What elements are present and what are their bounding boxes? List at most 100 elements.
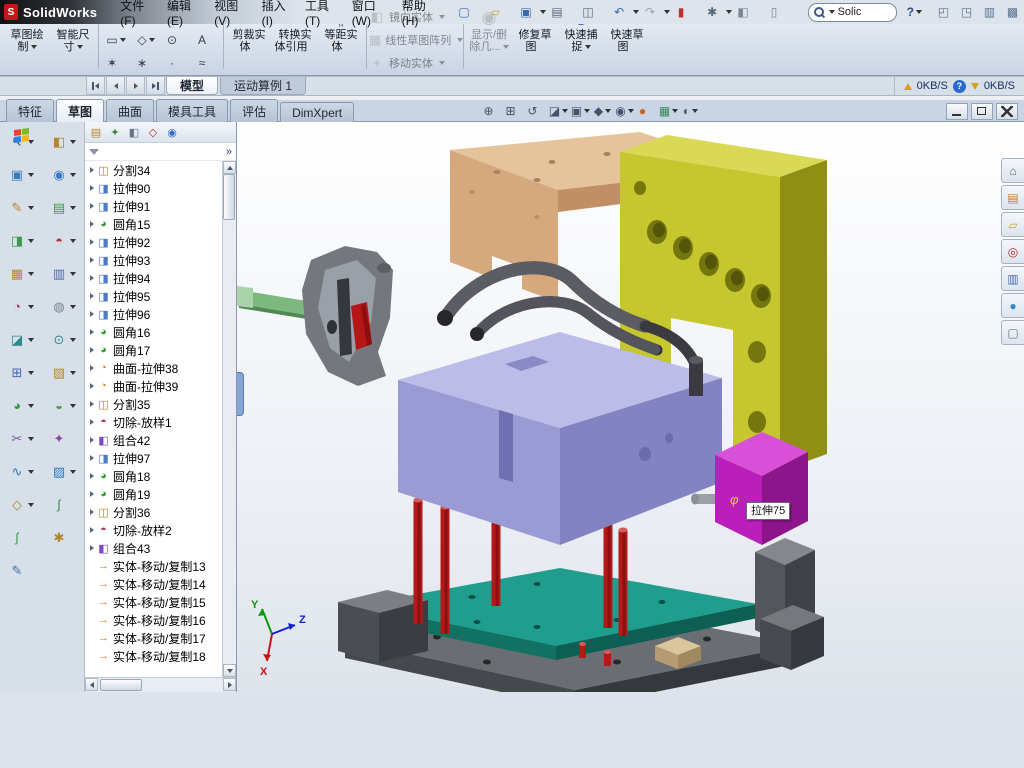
menu-item[interactable]: 插入(I) [255, 0, 298, 31]
expand-arrow-icon[interactable] [90, 185, 94, 191]
expand-arrow-icon[interactable] [90, 419, 94, 425]
tree-item[interactable]: ◔ 曲面-拉伸39 [85, 377, 223, 395]
search-results-icon[interactable]: ◎ [1001, 239, 1024, 264]
expand-arrow-icon[interactable] [90, 311, 94, 317]
sketch-tool-icon[interactable]: ◔ [8, 290, 34, 323]
badge-help-icon[interactable]: ? [953, 80, 966, 93]
help-button[interactable]: ? [907, 5, 914, 19]
document-tab[interactable]: 模型 [166, 77, 218, 95]
sketch-tool-icon[interactable]: ▣ [8, 158, 34, 191]
tree-item[interactable]: → 实体-移动/复制16 [85, 611, 223, 629]
feature-tool-icon[interactable]: ◓ [50, 224, 76, 257]
expand-arrow-icon[interactable] [90, 365, 94, 371]
viewport-layout-icon[interactable]: ◳ [958, 4, 975, 21]
redo-icon[interactable]: ↷ [639, 4, 670, 21]
sketch-entity-button[interactable]: ∗ [131, 51, 161, 74]
tree-item[interactable]: → 实体-移动/复制18 [85, 647, 223, 665]
feature-tool-icon[interactable]: ✱ [50, 521, 76, 554]
search-input[interactable]: Solic [808, 3, 897, 22]
view-settings-icon[interactable]: ◐ [680, 102, 701, 121]
sketch-entity-button[interactable]: · [161, 51, 191, 74]
sketch-tool-icon[interactable]: ʃ [8, 521, 34, 554]
tree-item[interactable]: ◨ 拉伸94 [85, 269, 223, 287]
tree-item[interactable]: ◕ 圆角17 [85, 341, 223, 359]
displaymanager-tab-icon[interactable]: ◉ [164, 124, 180, 140]
tree-item[interactable]: → 实体-移动/复制14 [85, 575, 223, 593]
appearances-icon[interactable]: ● [1001, 293, 1024, 318]
feature-tool-icon[interactable]: ◍ [50, 290, 76, 323]
sketch-entity-button[interactable]: A [191, 28, 221, 51]
feature-tool-icon[interactable]: ◒ [50, 389, 76, 422]
expand-arrow-icon[interactable] [90, 455, 94, 461]
restore-button[interactable] [971, 103, 993, 120]
command-tab[interactable]: 特征 [6, 99, 54, 122]
minimize-button[interactable] [946, 103, 968, 120]
tree-item[interactable]: ◧ 组合43 [85, 539, 223, 557]
edit-appearance-icon[interactable]: ● [636, 102, 657, 121]
display-style-icon[interactable]: ◆ [592, 102, 613, 121]
more-chevron-icon[interactable]: » [226, 146, 232, 158]
print-icon[interactable]: ▤ [546, 4, 577, 21]
tree-item[interactable]: ◨ 拉伸91 [85, 197, 223, 215]
model-magenta-insert[interactable]: φ [715, 432, 808, 545]
custom-properties-icon[interactable]: ▢ [1001, 320, 1024, 345]
expand-arrow-icon[interactable] [90, 257, 94, 263]
tree-item[interactable]: ◫ 分割34 [85, 161, 223, 179]
hide-show-items-icon[interactable]: ◉ [614, 102, 635, 121]
scroll-up-button[interactable] [223, 161, 236, 174]
expand-arrow-icon[interactable] [90, 437, 94, 443]
dropdown-arrow-icon[interactable] [829, 10, 835, 14]
tree-item[interactable]: ◕ 圆角19 [85, 485, 223, 503]
sketch-entity-button[interactable]: ▭ [101, 28, 131, 51]
command-tab[interactable]: 草图 [56, 99, 104, 122]
menu-item[interactable]: 文件(F) [113, 0, 160, 31]
tree-item[interactable]: → 实体-移动/复制17 [85, 629, 223, 647]
fullscreen-icon[interactable]: ◰ [935, 4, 952, 21]
scroll-right-button[interactable] [223, 678, 236, 691]
sketch-entity-button[interactable]: ≈ [191, 51, 221, 74]
color-swatch-icon[interactable]: ◧ [732, 4, 763, 21]
graphics-viewport[interactable]: φ Y X Z ⌂ [237, 122, 1024, 692]
expand-arrow-icon[interactable] [90, 203, 94, 209]
command-tab[interactable]: 模具工具 [156, 99, 228, 122]
tree-item[interactable]: → 实体-移动/复制13 [85, 557, 223, 575]
move-entities-button[interactable]: + 移动实体 [369, 53, 461, 72]
command-tab[interactable]: 曲面 [106, 99, 154, 122]
first-tab-button[interactable] [86, 77, 105, 95]
tree-item[interactable]: ◓ 切除-放样1 [85, 413, 223, 431]
tree-item[interactable]: ◓ 切除-放样2 [85, 521, 223, 539]
menu-item[interactable]: 编辑(E) [160, 0, 207, 31]
mirror-entities-button[interactable]: ◧ 镜向实体 [369, 7, 461, 26]
tree-item[interactable]: ◕ 圆角15 [85, 215, 223, 233]
grid-icon[interactable]: ▩ [1004, 4, 1021, 21]
expand-arrow-icon[interactable] [90, 347, 94, 353]
expand-arrow-icon[interactable] [90, 329, 94, 335]
scrollbar-thumb[interactable] [100, 679, 142, 691]
expand-arrow-icon[interactable] [90, 401, 94, 407]
feature-tool-icon[interactable]: ⊙ [50, 323, 76, 356]
tree-item[interactable]: ◨ 拉伸97 [85, 449, 223, 467]
expand-arrow-icon[interactable] [90, 293, 94, 299]
zoom-fit-icon[interactable]: ⊕ [482, 102, 503, 121]
sketch-tool-icon[interactable]: ⊞ [8, 356, 34, 389]
sketch-tool-icon[interactable]: ◪ [8, 323, 34, 356]
tree-item[interactable]: ◨ 拉伸90 [85, 179, 223, 197]
tree-item[interactable]: ◧ 组合42 [85, 431, 223, 449]
expand-arrow-icon[interactable] [90, 239, 94, 245]
menu-item[interactable]: 视图(V) [207, 0, 254, 31]
expand-arrow-icon[interactable] [90, 473, 94, 479]
configurationmanager-tab-icon[interactable]: ◧ [126, 124, 142, 140]
options-icon[interactable]: ✱ [701, 4, 732, 21]
design-library-icon[interactable]: ▤ [1001, 185, 1024, 210]
select-filter-icon[interactable]: ▯ [763, 4, 794, 21]
sketch-tool-icon[interactable]: ✎ [8, 554, 34, 587]
filter-icon[interactable] [89, 149, 99, 155]
expand-arrow-icon[interactable] [90, 167, 94, 173]
show-planes-icon[interactable]: ▥ [981, 4, 998, 21]
tree-item[interactable]: ◨ 拉伸93 [85, 251, 223, 269]
tree-horizontal-scrollbar[interactable] [85, 677, 236, 692]
sketch-tool-icon[interactable]: ◇ [8, 488, 34, 521]
panel-splitter-handle[interactable] [237, 372, 244, 416]
command-tab[interactable]: 评估 [230, 99, 278, 122]
dropdown-arrow-icon[interactable] [916, 10, 922, 14]
